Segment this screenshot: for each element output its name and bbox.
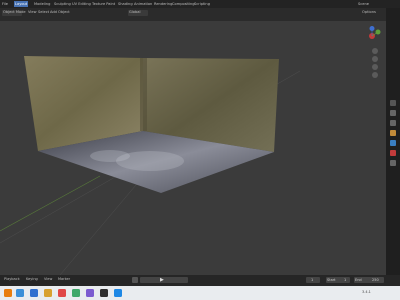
mode-selector[interactable]: Object Mode [2,10,26,16]
taskbar: 3.4.1 [0,286,400,300]
properties-strip [386,8,400,275]
app-icon[interactable] [16,289,24,297]
hand-icon[interactable] [372,56,378,62]
texture-tab-icon[interactable] [390,160,396,166]
app-icon[interactable] [100,289,108,297]
version-label: 3.4.1 [362,290,371,294]
menu-item-shading[interactable]: Shading [118,1,133,7]
object-menu[interactable]: Object [58,10,70,14]
menu-item-rendering[interactable]: Rendering [154,1,172,7]
menu-item-scripting[interactable]: Scripting [194,1,210,7]
play-icon[interactable]: ▶ [160,277,164,283]
app-icon[interactable] [114,289,122,297]
timeline: Playback Keying View Marker ▶ 1 Start 1 … [0,275,400,286]
viewport-header: Object Mode View Select Add Object Globa… [0,8,386,21]
nav-gizmo-icon[interactable] [362,26,382,46]
menu-item-texture-paint[interactable]: Texture Paint [92,1,115,7]
record-icon[interactable] [132,277,138,283]
folder-icon[interactable] [44,289,52,297]
timeline-marker-menu[interactable]: Marker [58,277,70,281]
3d-viewport[interactable] [0,21,386,275]
start-frame-field[interactable]: Start 1 [326,277,350,283]
grid-icon[interactable] [372,72,378,78]
end-frame-field[interactable]: End 250 [354,277,384,283]
menu-item-animation[interactable]: Animation [134,1,152,7]
top-menubar: File Layout Modeling Sculpting UV Editin… [0,0,400,8]
menu-item-uv-editing[interactable]: UV Editing [72,1,91,7]
options-menu[interactable]: Options [362,10,376,14]
timeline-view-menu[interactable]: View [44,277,52,281]
zoom-icon[interactable] [372,48,378,54]
add-menu[interactable]: Add [50,10,57,14]
playback-controls[interactable]: ▶ [140,277,188,283]
camera-icon[interactable] [372,64,378,70]
timeline-playback-menu[interactable]: Playback [4,277,20,281]
blender-logo-icon[interactable] [4,289,12,297]
menu-item-sculpting[interactable]: Sculpting [54,1,71,7]
menu-item-layout[interactable]: Layout [14,1,29,7]
wall-corner [140,58,147,131]
app-icon[interactable] [72,289,80,297]
menu-item-compositing[interactable]: Compositing [172,1,195,7]
menu-item-file[interactable]: File [2,1,8,7]
viewport-canvas [0,56,301,275]
object-tab-icon[interactable] [390,130,396,136]
render-tab-icon[interactable] [390,110,396,116]
menu-item-modeling[interactable]: Modeling [34,1,50,7]
app-icon[interactable] [86,289,94,297]
app-icon[interactable] [58,289,66,297]
scene-selector[interactable]: Scene [358,1,369,7]
edge-icon[interactable] [30,289,38,297]
timeline-keying-menu[interactable]: Keying [26,277,38,281]
modifier-tab-icon[interactable] [390,140,396,146]
orientation-selector[interactable]: Global [128,10,148,16]
tool-tab-icon[interactable] [390,100,396,106]
x-axis-line [0,175,101,232]
material-tab-icon[interactable] [390,150,396,156]
select-menu[interactable]: Select [38,10,49,14]
floor-highlight [90,150,130,162]
view-menu[interactable]: View [28,10,37,14]
current-frame-field[interactable]: 1 [306,277,320,283]
output-tab-icon[interactable] [390,120,396,126]
